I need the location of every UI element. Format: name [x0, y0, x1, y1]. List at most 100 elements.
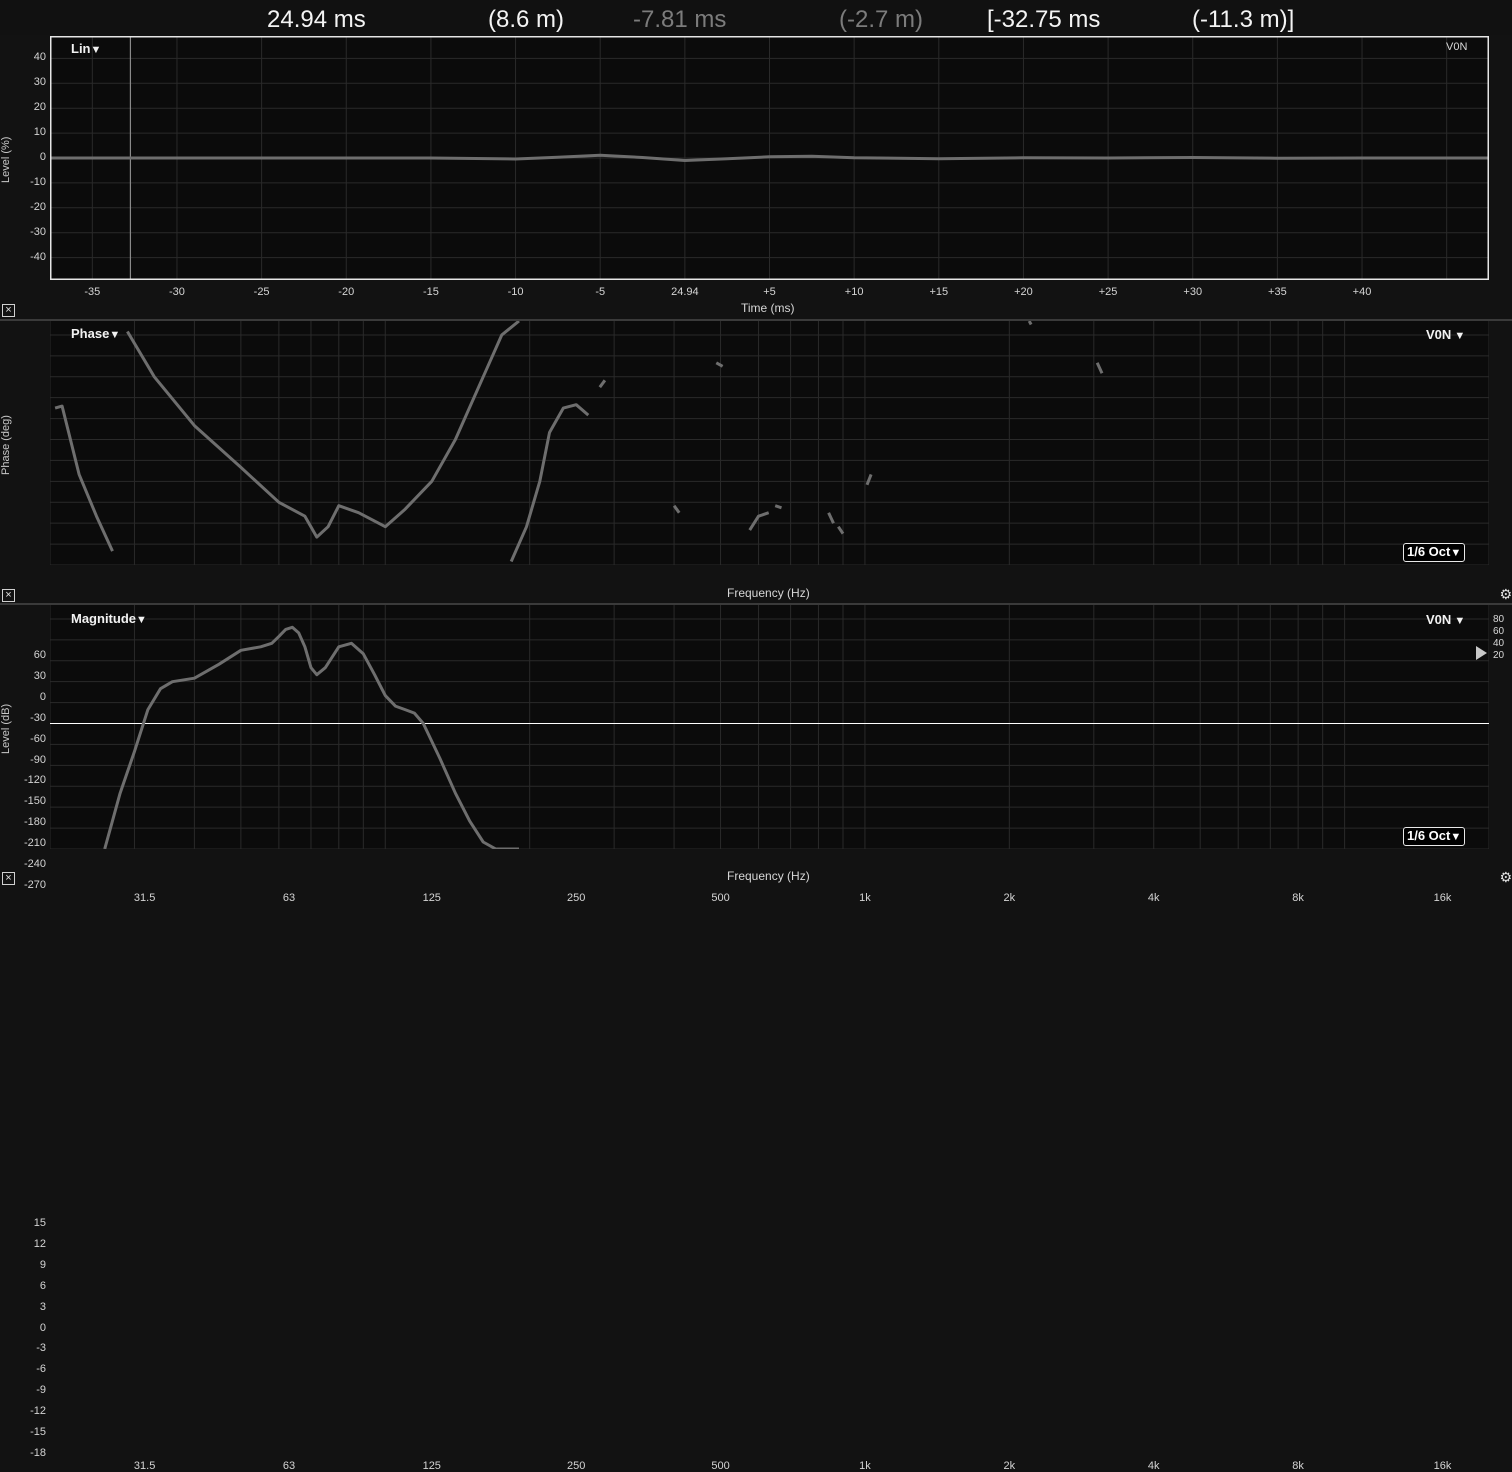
phase-trace-segment [672, 504, 681, 514]
x-tick-label: 31.5 [133, 1460, 156, 1472]
x-tick-label: 4k [1147, 1460, 1160, 1472]
y-tick-label: -20 [30, 200, 46, 213]
x-tick-label: 8k [1292, 892, 1304, 904]
coherence-scale-40: 40 [1493, 638, 1505, 649]
gear-icon[interactable]: ⚙ [1499, 586, 1512, 603]
coherence-scale-60: 60 [1493, 626, 1505, 637]
x-tick-label: 250 [566, 892, 586, 904]
x-tick-label: -35 [84, 286, 101, 298]
y-tick-label: -3 [36, 1342, 46, 1355]
x-tick-label: 24.94 [671, 286, 699, 298]
impulse-panel: Level (%) 40 30 20 10 0 -10 -20 -30 -40 Lin▼ V0N… [0, 0, 1512, 320]
y-tick-label: 30 [33, 76, 46, 89]
magnitude-plot-area[interactable] [50, 605, 1489, 849]
impulse-trace-name: V0N [1446, 41, 1468, 53]
x-tick-label: +5 [763, 286, 776, 298]
magnitude-trace-selector[interactable]: V0N ▼ [1426, 612, 1465, 627]
phase-title-selector[interactable]: Phase▼ [71, 326, 120, 341]
x-tick-label: +25 [1098, 286, 1118, 298]
y-tick-label: 6 [39, 1279, 46, 1292]
phase-x-axis-label: Frequency (Hz) [727, 586, 810, 600]
phase-title: Phase [71, 326, 110, 341]
y-tick-label: -10 [30, 175, 46, 188]
phase-trace-segment [827, 512, 835, 524]
y-tick-label: -12 [30, 1405, 46, 1418]
phase-chart [50, 321, 1489, 565]
y-tick-label: 9 [39, 1258, 46, 1271]
phase-smoothing-label: 1/6 Oct [1407, 544, 1451, 559]
phase-trace-segment [715, 361, 724, 368]
y-tick-label: -15 [30, 1426, 46, 1439]
triangle-down-icon: ▼ [1451, 330, 1466, 342]
impulse-plot-area[interactable] [50, 36, 1489, 280]
x-tick-label: -15 [422, 286, 439, 298]
y-tick-label: 0 [39, 1321, 46, 1334]
x-tick-label: -25 [253, 286, 270, 298]
impulse-chart [50, 36, 1489, 280]
y-tick-label: -9 [36, 1384, 46, 1397]
phase-trace-name: V0N [1426, 327, 1452, 342]
phase-y-axis-label: Phase (deg) [0, 415, 12, 475]
close-icon[interactable]: × [2, 589, 15, 602]
y-tick-label: 15 [33, 1216, 46, 1229]
phase-trace-segment [748, 511, 770, 531]
impulse-x-axis-label: Time (ms) [741, 301, 795, 315]
x-tick-label: 2k [1003, 1460, 1016, 1472]
x-tick-label: 125 [422, 892, 441, 904]
magnitude-trace-name: V0N [1426, 612, 1452, 627]
triangle-down-icon: ▼ [1450, 831, 1462, 843]
close-icon[interactable]: × [2, 304, 15, 317]
x-tick-label: 63 [282, 1460, 296, 1472]
phase-plot-area[interactable] [50, 321, 1489, 565]
phase-trace-segment [126, 321, 520, 539]
coherence-slider-handle[interactable] [1476, 646, 1487, 660]
x-tick-label: 1k [859, 1460, 871, 1472]
close-icon[interactable]: × [2, 872, 15, 885]
x-tick-label: 16k [1433, 892, 1452, 904]
triangle-down-icon: ▼ [1451, 615, 1466, 627]
x-tick-label: -10 [507, 286, 524, 298]
impulse-mode-label: Lin [71, 41, 91, 56]
phase-panel: Phase (deg) 60 30 0 -30 -60 -90 -120 -150 -180 -2… [0, 321, 1512, 904]
phase-trace-segment [509, 403, 590, 563]
triangle-down-icon: ▼ [136, 614, 147, 626]
y-tick-label: 0 [39, 151, 46, 163]
phase-smoothing-selector[interactable]: 1/6 Oct▼ [1403, 543, 1466, 562]
y-tick-label: 10 [33, 126, 46, 139]
coherence-scale-20: 20 [1493, 650, 1505, 661]
phase-trace-segment [865, 473, 873, 486]
x-tick-label: 63 [282, 892, 296, 904]
x-tick-label: 31.5 [133, 892, 156, 904]
phase-trace-segment [54, 404, 114, 552]
x-tick-label: +20 [1014, 286, 1033, 298]
phase-trace-segment [598, 379, 607, 389]
x-tick-label: 16k [1433, 1460, 1452, 1472]
x-tick-label: +35 [1268, 286, 1287, 298]
y-tick-label: -18 [30, 1447, 46, 1459]
magnitude-title: Magnitude [71, 611, 136, 626]
x-tick-label: -30 [169, 286, 185, 298]
x-tick-label: +15 [929, 286, 949, 298]
x-tick-label: -20 [338, 286, 355, 298]
y-tick-label: -30 [30, 225, 46, 238]
gear-icon[interactable]: ⚙ [1499, 869, 1512, 886]
phase-trace-segment [1027, 321, 1033, 326]
y-tick-label: 3 [39, 1300, 46, 1313]
x-tick-label: +40 [1352, 286, 1372, 298]
triangle-down-icon: ▼ [109, 329, 121, 341]
x-tick-label: +30 [1183, 286, 1203, 298]
x-tick-label: 4k [1147, 892, 1160, 904]
y-tick-label: 12 [33, 1237, 46, 1250]
magnitude-smoothing-selector[interactable]: 1/6 Oct▼ [1403, 827, 1466, 846]
triangle-down-icon: ▼ [90, 44, 102, 56]
triangle-down-icon: ▼ [1450, 547, 1462, 559]
impulse-mode-selector[interactable]: Lin▼ [71, 41, 101, 56]
y-tick-label: 20 [33, 101, 46, 114]
magnitude-panel: Level (dB) 15 12 9 6 3 0 -3 -6 -9 -12 -15 -18 Magni… [0, 605, 1512, 1472]
y-tick-label: -40 [30, 250, 46, 263]
phase-trace-selector[interactable]: V0N ▼ [1426, 327, 1465, 342]
x-tick-label: 125 [422, 1460, 441, 1472]
x-tick-label: 1k [859, 892, 871, 904]
magnitude-y-axis-label: Level (dB) [0, 703, 12, 754]
magnitude-title-selector[interactable]: Magnitude▼ [71, 611, 147, 626]
